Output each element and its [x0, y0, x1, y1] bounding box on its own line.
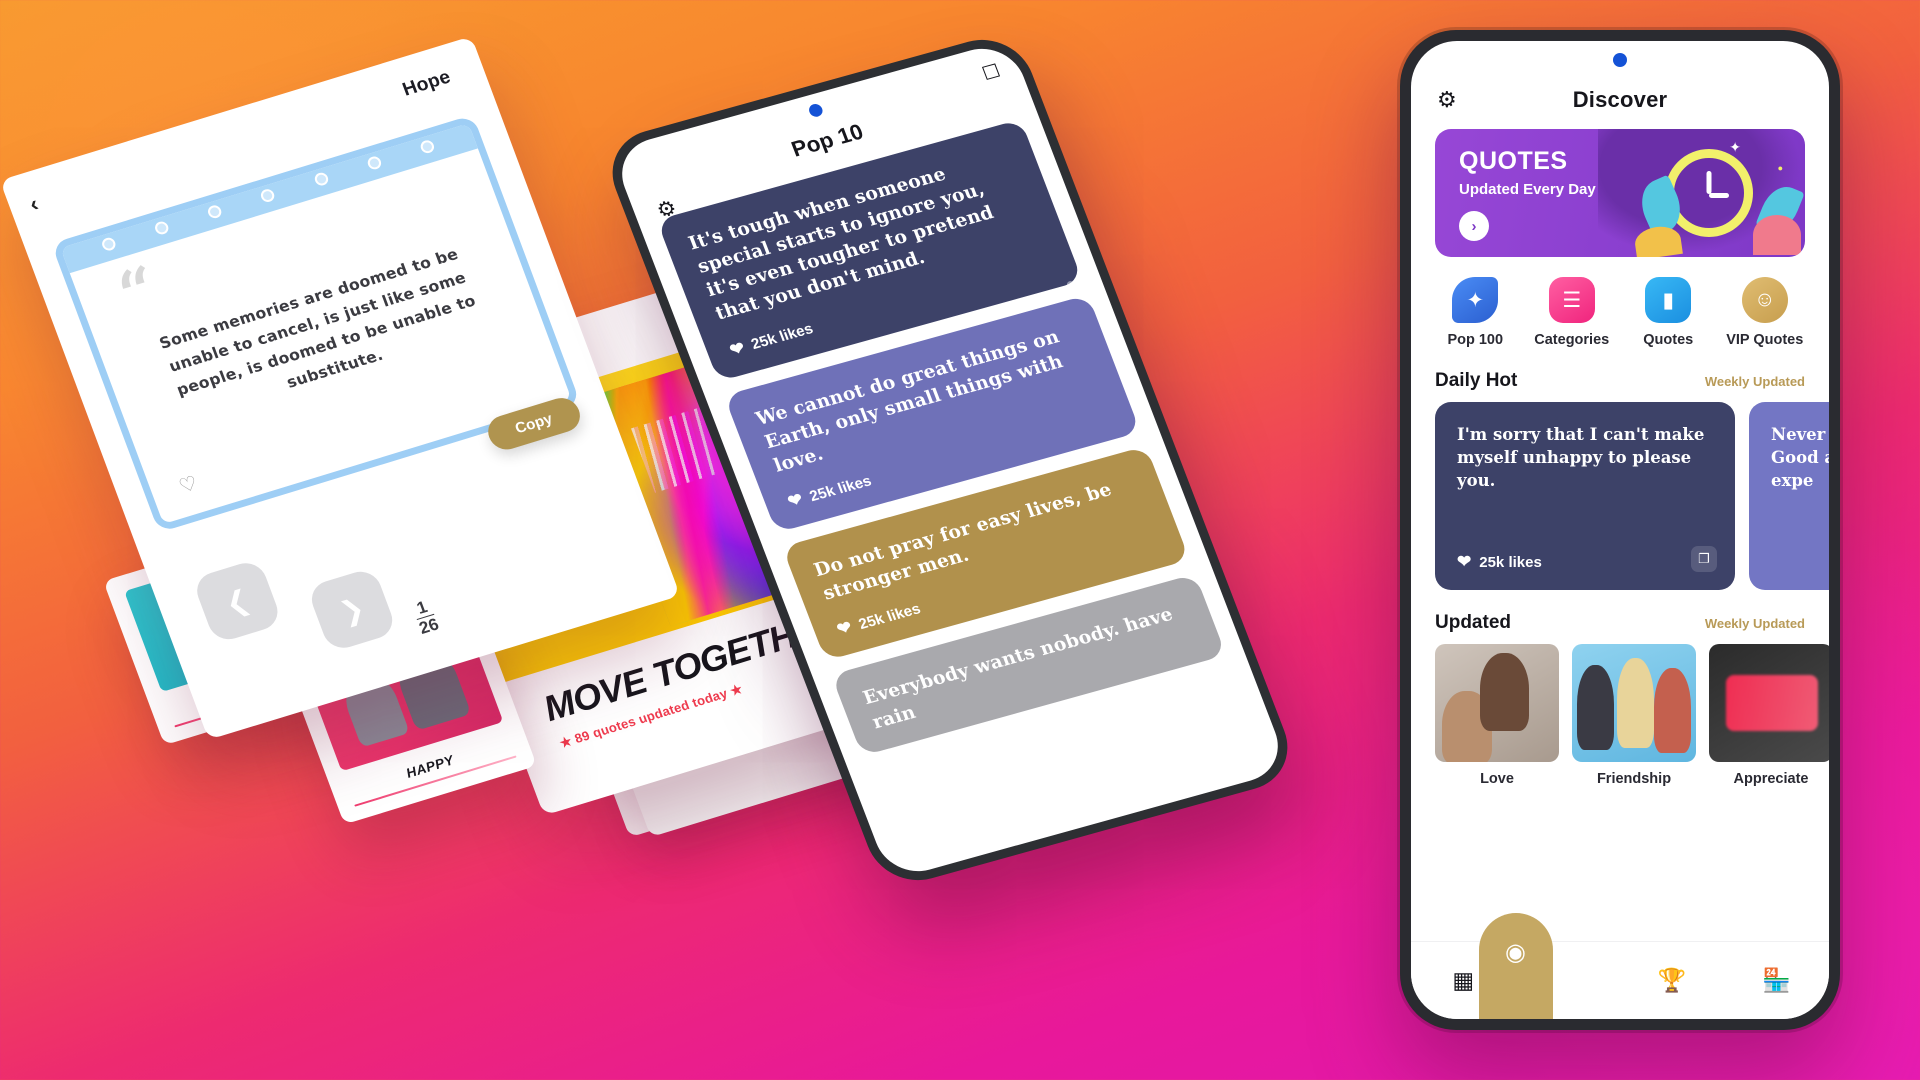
photo-shape	[1616, 658, 1654, 748]
page-title: Discover	[1572, 87, 1668, 112]
neon-sign	[1726, 674, 1819, 732]
like-row[interactable]: ❤ 25k likes	[1457, 552, 1542, 572]
daily-hot-header: Daily Hot Weekly Updated	[1435, 370, 1805, 392]
category-pop-100[interactable]: ✦ Pop 100	[1427, 269, 1524, 348]
daily-hot-row[interactable]: I'm sorry that I can't make myself unhap…	[1411, 402, 1829, 590]
photo-shape	[1576, 665, 1615, 751]
heart-icon: ❤	[726, 337, 748, 360]
photo-shape	[1479, 653, 1530, 732]
updated-item-image	[1709, 644, 1829, 762]
updated-item-label: Appreciate	[1733, 771, 1809, 787]
spiral-ring	[259, 187, 277, 203]
spiral-ring	[418, 138, 436, 155]
card-icon: ▮	[1637, 269, 1700, 331]
hope-card-title: Hope	[399, 66, 454, 101]
updated-item-appreciate[interactable]: Appreciate	[1709, 644, 1829, 787]
section-note: Weekly Updated	[1704, 616, 1805, 631]
camera-notch	[1613, 53, 1627, 67]
quote-card[interactable]: Never Good and expe	[1749, 402, 1829, 590]
prev-quote-button[interactable]: ❮	[191, 558, 284, 645]
category-vip-quotes[interactable]: ☺ VIP Quotes	[1717, 269, 1814, 348]
spiral-ring	[312, 170, 330, 187]
like-count: 25k likes	[1479, 553, 1542, 571]
sparkle-icon: ●	[1777, 163, 1783, 173]
updated-item-label: Friendship	[1596, 771, 1672, 787]
spiral-ring	[153, 219, 171, 236]
section-note: Weekly Updated	[1704, 374, 1805, 389]
section-title: Updated	[1435, 612, 1511, 633]
heart-outline-icon[interactable]: ♡	[175, 470, 201, 499]
book-icon: ☰	[1540, 269, 1603, 331]
tab-store[interactable]: 🏪	[1725, 967, 1830, 994]
bottom-tabbar[interactable]: ▦ 🏆 🏪 ◉	[1411, 913, 1830, 1019]
back-chevron-icon[interactable]: ‹	[26, 191, 42, 216]
updated-item-love[interactable]: Love	[1435, 644, 1559, 787]
category-label: Quotes	[1643, 332, 1694, 348]
icon-glow	[1540, 269, 1603, 331]
copy-icon[interactable]: ❐	[1691, 546, 1717, 572]
category-row: ✦ Pop 100 ☰ Categories ▮ Quotes ☺ VIP Qu…	[1427, 269, 1814, 348]
quotes-banner[interactable]: ✦ ● QUOTES Updated Every Day ›	[1435, 129, 1805, 257]
updated-header: Updated Weekly Updated	[1435, 612, 1805, 634]
category-categories[interactable]: ☰ Categories	[1524, 269, 1621, 348]
clock-icon	[1665, 149, 1753, 237]
icon-glow	[1637, 269, 1700, 331]
spiral-ring	[100, 235, 118, 252]
updated-item-label: Love	[1480, 771, 1514, 787]
heart-icon: ❤	[1457, 552, 1472, 571]
updated-item-image	[1572, 644, 1696, 762]
banner-subtitle: Updated Every Day	[1459, 181, 1596, 198]
quote-text: I'm sorry that I can't make myself unhap…	[1457, 425, 1705, 490]
quote-card[interactable]: I'm sorry that I can't make myself unhap…	[1435, 402, 1735, 590]
category-quotes[interactable]: ▮ Quotes	[1620, 269, 1717, 348]
crown-smiley-icon: ☺	[1733, 269, 1796, 331]
heart-icon: ❤	[785, 489, 806, 512]
like-count: 25k likes	[807, 472, 874, 505]
tab-compass-active[interactable]: ◉	[1478, 913, 1553, 1019]
sparkle-icon: ✦	[1729, 139, 1741, 155]
updated-row[interactable]: Love Friendship Appreciate	[1411, 644, 1829, 787]
main-phone: ⚙ Discover ✦ ● QUOTES Updated Every Day …	[1400, 30, 1840, 1030]
like-count: 25k likes	[856, 600, 923, 633]
category-label: Pop 100	[1447, 332, 1504, 348]
photo-shape	[1653, 667, 1692, 753]
star-icon: ✦	[1444, 269, 1507, 331]
spiral-ring	[365, 154, 383, 171]
leaf-decoration	[1753, 215, 1801, 255]
banner-arrow-icon[interactable]: ›	[1459, 211, 1489, 241]
section-title: Daily Hot	[1435, 370, 1518, 391]
tab-trophy[interactable]: 🏆	[1620, 967, 1725, 994]
main-phone-screen: ⚙ Discover ✦ ● QUOTES Updated Every Day …	[1411, 41, 1829, 1019]
updated-item-image	[1435, 644, 1559, 762]
heart-icon: ❤	[834, 617, 855, 640]
category-label: Categories	[1534, 332, 1610, 348]
spiral-ring	[206, 203, 224, 220]
hope-quote-text: Some memories are doomed to be unable to…	[156, 244, 479, 400]
updated-item-friendship[interactable]: Friendship	[1572, 644, 1696, 787]
icon-glow	[1733, 269, 1796, 331]
category-label: VIP Quotes	[1726, 332, 1804, 348]
quote-mark-icon: “	[108, 251, 169, 331]
mockup-stage: Categories FREE MOVE TOGETHER ★ 89 quote…	[0, 0, 1920, 1080]
quote-text: Never Good and expe	[1771, 425, 1829, 490]
icon-glow	[1444, 269, 1507, 331]
bookmark-icon[interactable]: ☐	[979, 60, 1004, 86]
banner-title: QUOTES	[1459, 147, 1568, 175]
like-count: 25k likes	[748, 320, 816, 354]
